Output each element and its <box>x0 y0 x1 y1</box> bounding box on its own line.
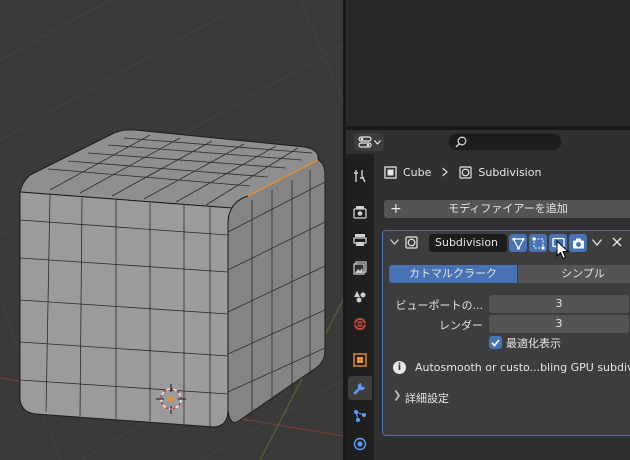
chevron-down-icon[interactable] <box>592 239 602 246</box>
edit-mode-icon <box>512 237 524 250</box>
breadcrumb: Cube Subdivision <box>384 163 541 181</box>
viewport-levels-field[interactable]: 3 <box>489 295 629 313</box>
tab-render[interactable] <box>348 200 372 224</box>
modifier-wrench-icon <box>353 383 365 395</box>
add-modifier-button[interactable]: + モディファイアーを追加 <box>384 200 630 218</box>
optimal-display-label: 最適化表示 <box>506 337 561 350</box>
edit-mode-toggle-button[interactable] <box>509 234 527 252</box>
properties-editor: Cube Subdivision + モディファイアーを追加 Subdivisi… <box>346 130 630 460</box>
info-icon: i <box>393 361 406 374</box>
scene-icon <box>354 291 366 303</box>
mouse-pointer-icon <box>556 240 570 260</box>
object-icon <box>384 165 397 179</box>
on-cage-icon <box>532 237 544 249</box>
tab-output[interactable] <box>348 228 372 252</box>
view-layer-icon <box>353 261 367 275</box>
search-icon <box>455 136 467 148</box>
collapse-chevron-icon[interactable] <box>390 239 399 245</box>
tool-icon <box>354 170 366 183</box>
on-cage-toggle-button[interactable] <box>529 234 547 252</box>
render-levels-label: レンダー <box>439 319 483 332</box>
subdivision-modifier-panel: Subdivision カトマルクラーク シンプル ビューポートの... 3 レ… <box>382 230 630 436</box>
tab-particles[interactable] <box>348 404 372 428</box>
render-levels-field[interactable]: 3 <box>489 315 629 333</box>
simple-button[interactable]: シンプル <box>518 265 630 283</box>
particles-icon <box>354 410 366 422</box>
tab-scene[interactable] <box>348 284 372 308</box>
checkmark-icon <box>491 338 500 347</box>
render-toggle-button[interactable] <box>569 234 587 252</box>
cube-right-face[interactable] <box>227 159 326 423</box>
chevron-right-icon <box>442 167 449 177</box>
tab-object[interactable] <box>348 348 372 372</box>
tab-view-layer[interactable] <box>348 256 372 280</box>
editor-type-button[interactable] <box>354 133 384 151</box>
modifier-properties-content: Cube Subdivision + モディファイアーを追加 Subdivisi… <box>374 154 630 460</box>
render-icon <box>353 206 367 219</box>
3d-viewport[interactable] <box>0 0 343 460</box>
viewport-levels-label: ビューポートの... <box>395 299 484 312</box>
chevron-down-icon <box>373 139 381 145</box>
object-icon <box>353 353 367 367</box>
tab-physics[interactable] <box>348 432 372 456</box>
breadcrumb-modifier: Subdivision <box>478 165 542 179</box>
tab-modifiers[interactable] <box>348 376 372 400</box>
subdivision-modifier-icon <box>405 236 418 249</box>
camera-icon <box>572 238 584 248</box>
world-icon <box>354 318 366 330</box>
modifier-name-field[interactable]: Subdivision <box>429 234 507 252</box>
output-icon <box>353 234 367 246</box>
tab-tool[interactable] <box>348 164 372 188</box>
viewport-canvas[interactable] <box>0 0 343 460</box>
catmull-clark-button[interactable]: カトマルクラーク <box>389 265 517 283</box>
modifier-panel-header: Subdivision <box>383 231 630 253</box>
gpu-subdivision-info-text: Autosmooth or custo...bling GPU subdivis… <box>415 361 630 374</box>
advanced-subpanel-header[interactable]: 詳細設定 <box>405 390 449 406</box>
properties-editor-icon <box>357 136 372 148</box>
properties-tabs <box>346 154 374 460</box>
outliner-editor[interactable] <box>346 0 630 126</box>
properties-search-input[interactable] <box>448 133 562 151</box>
close-icon[interactable] <box>612 237 622 247</box>
subdivision-modifier-icon <box>459 165 473 179</box>
properties-header <box>346 130 630 154</box>
physics-icon <box>353 437 367 451</box>
optimal-display-checkbox[interactable] <box>489 336 502 349</box>
tab-world[interactable] <box>348 312 372 336</box>
breadcrumb-object: Cube <box>403 165 432 179</box>
chevron-right-icon: ❯ <box>393 390 402 401</box>
